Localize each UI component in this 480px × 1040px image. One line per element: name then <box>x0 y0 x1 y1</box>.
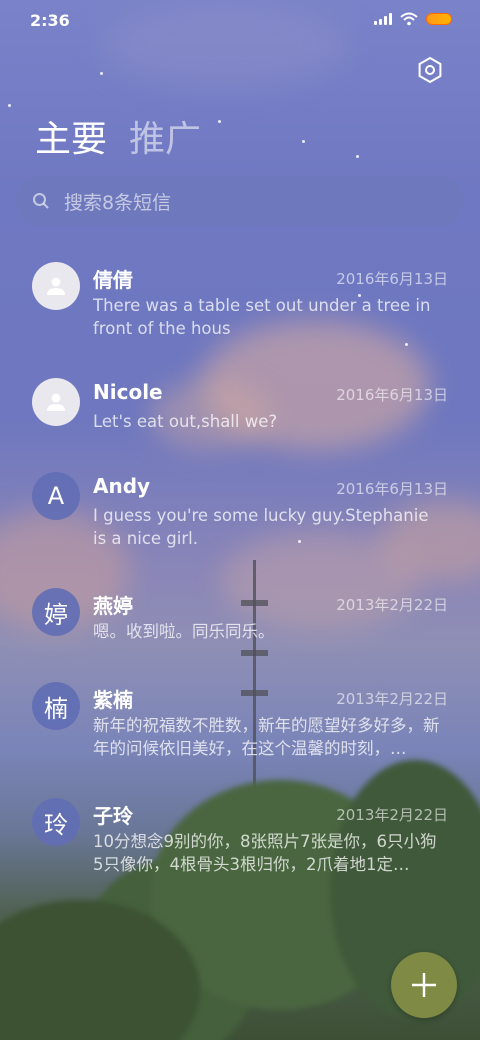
status-time: 2:36 <box>30 11 70 30</box>
contact-name: Nicole <box>93 380 163 404</box>
message-date: 2016年6月13日 <box>336 386 448 404</box>
search-icon <box>33 193 49 209</box>
avatar <box>32 262 80 310</box>
message-date: 2016年6月13日 <box>336 270 448 288</box>
conversation-item[interactable]: 楠 紫楠 2013年2月22日 新年的祝福数不胜数，新年的愿望好多好多，新年的问… <box>0 672 480 782</box>
avatar: A <box>32 472 80 520</box>
new-message-button[interactable] <box>391 952 457 1018</box>
message-date: 2013年2月22日 <box>336 596 448 614</box>
contact-name: 子玲 <box>93 804 133 828</box>
message-preview: Let's eat out,shall we? <box>93 412 278 431</box>
tab-primary[interactable]: 主要 <box>35 110 107 162</box>
message-date: 2013年2月22日 <box>336 806 448 824</box>
avatar: 婷 <box>32 588 80 636</box>
settings-button[interactable] <box>416 56 444 84</box>
conversation-item[interactable]: 玲 子玲 2013年2月22日 10分想念9别的你，8张照片7张是你，6只小狗5… <box>0 788 480 898</box>
search-placeholder: 搜索8条短信 <box>64 191 172 214</box>
person-icon <box>47 393 65 411</box>
message-date: 2013年2月22日 <box>336 690 448 708</box>
message-preview: 10分想念9别的你，8张照片7张是你，6只小狗5只像你，4根骨头3根归你，2爪着… <box>93 832 437 874</box>
message-preview: 嗯。收到啦。同乐同乐。 <box>93 622 275 641</box>
contact-name: 紫楠 <box>93 688 133 712</box>
message-date: 2016年6月13日 <box>336 480 448 498</box>
status-bar: 2:36 <box>0 0 480 40</box>
wifi-icon <box>400 12 418 26</box>
contact-name: 燕婷 <box>93 594 133 618</box>
contact-name: 倩倩 <box>93 268 133 292</box>
tab-bar: 主要 推广 <box>35 110 201 162</box>
conversation-item[interactable]: 倩倩 2016年6月13日 There was a table set out … <box>0 252 480 362</box>
message-preview: I guess you're some lucky guy.Stephanie … <box>93 506 429 548</box>
message-preview: 新年的祝福数不胜数，新年的愿望好多好多，新年的问候依旧美好，在这个温馨的时刻，… <box>93 716 440 758</box>
battery-icon <box>426 13 452 25</box>
tab-promotions[interactable]: 推广 <box>129 110 201 162</box>
settings-hexagon-icon <box>418 56 442 84</box>
status-icons <box>374 12 452 26</box>
message-preview: There was a table set out under a tree i… <box>93 296 431 338</box>
conversation-item[interactable]: A Andy 2016年6月13日 I guess you're some lu… <box>0 462 480 572</box>
signal-icon <box>374 13 392 25</box>
person-icon <box>47 277 65 295</box>
plus-icon <box>412 973 436 997</box>
avatar <box>32 378 80 426</box>
avatar: 玲 <box>32 798 80 846</box>
avatar: 楠 <box>32 682 80 730</box>
contact-name: Andy <box>93 474 151 498</box>
search-input[interactable]: 搜索8条短信 <box>16 176 464 226</box>
